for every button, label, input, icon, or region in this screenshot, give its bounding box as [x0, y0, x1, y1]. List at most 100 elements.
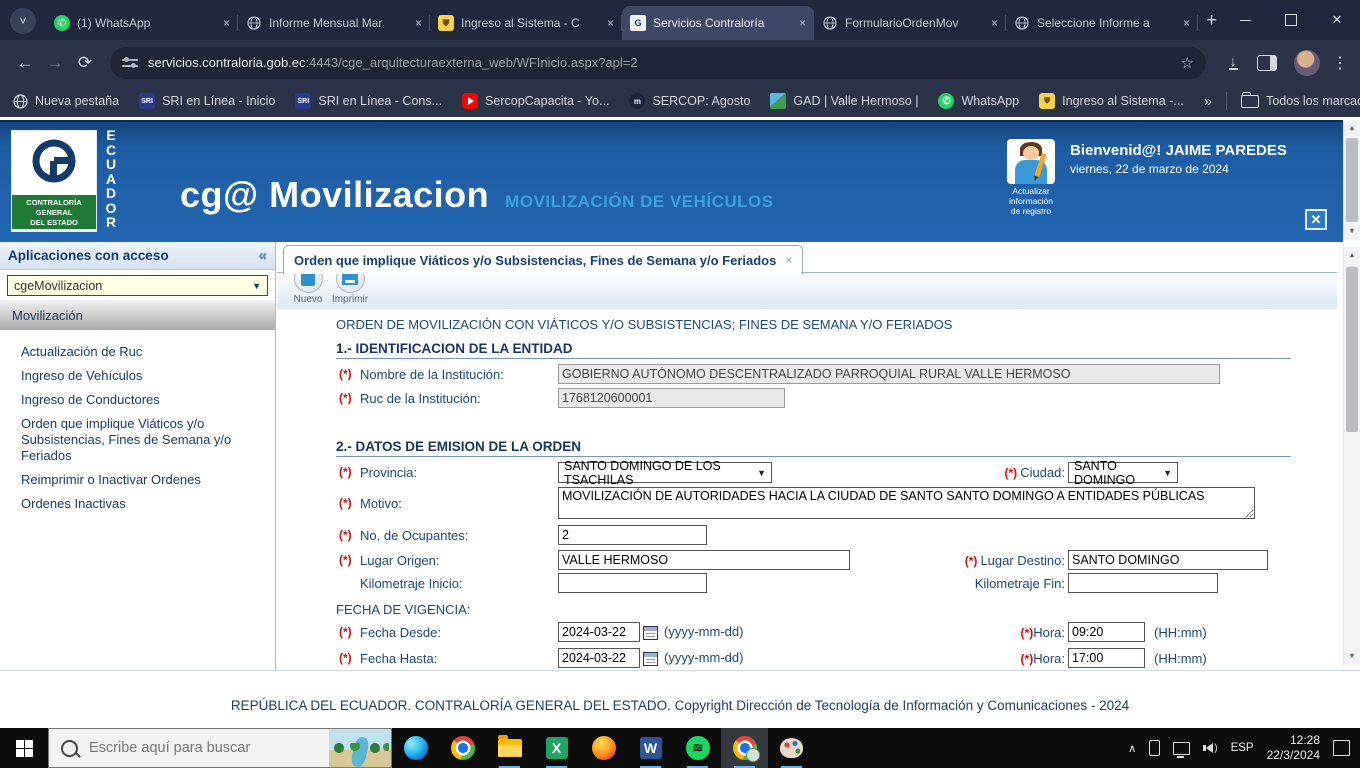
bookmark-nueva-pestana[interactable]: Nueva pestaña — [12, 93, 119, 109]
bookmark-sri-consultas[interactable]: SRI SRI en Línea - Cons... — [295, 93, 442, 109]
browser-tab-formulario[interactable]: FormularioOrdenMov × — [814, 6, 1006, 40]
taskbar-word[interactable]: W — [627, 728, 674, 768]
browser-tab-whatsapp[interactable]: ✆ (1) WhatsApp × — [46, 6, 238, 40]
back-button[interactable]: ← — [10, 48, 40, 78]
logout-close-button[interactable]: ✕ — [1305, 209, 1327, 230]
taskbar-file-explorer[interactable] — [486, 728, 533, 768]
tray-expand-icon[interactable]: ∧ — [1128, 742, 1136, 755]
scroll-down-icon[interactable]: ▼ — [1344, 648, 1360, 665]
kilometraje-inicio-field[interactable] — [558, 573, 707, 593]
tab-search-button[interactable]: ˅ — [10, 8, 36, 34]
tab-close-icon[interactable]: × — [991, 16, 998, 30]
content-tab-close-icon[interactable]: × — [785, 253, 792, 267]
ocupantes-field[interactable] — [558, 525, 707, 545]
browser-tab-servicios-active[interactable]: G Servicios Contraloría × — [622, 6, 814, 40]
forward-button[interactable]: → — [40, 48, 70, 78]
taskbar-search[interactable] — [48, 728, 392, 768]
content-tab[interactable]: Orden que implique Viáticos y/o Subsiste… — [283, 245, 804, 274]
side-panel-button[interactable] — [1250, 54, 1284, 71]
tab-close-icon[interactable]: × — [607, 16, 614, 30]
avatar-face — [1023, 146, 1039, 160]
taskbar-paint[interactable] — [768, 728, 815, 768]
taskbar-chrome[interactable] — [439, 728, 486, 768]
downloads-button[interactable]: ↓ — [1216, 54, 1250, 70]
sidebar-item-reimprimir-inactivar[interactable]: Reimprimir o Inactivar Ordenes — [0, 468, 269, 492]
sidebar-item-ingreso-conductores[interactable]: Ingreso de Conductores — [0, 388, 269, 412]
browser-tab-seleccione[interactable]: Seleccione Informe a × — [1006, 6, 1198, 40]
ciudad-select[interactable]: SANTO DOMINGO ▼ — [1068, 459, 1178, 487]
bookmark-sercopcapacita[interactable]: SercopCapacita - Yo... — [462, 93, 609, 109]
all-bookmarks-button[interactable]: Todos los marcadores — [1241, 91, 1360, 108]
taskbar-edge[interactable] — [392, 728, 439, 768]
start-button[interactable] — [0, 728, 48, 768]
taskbar-excel[interactable]: X — [533, 728, 580, 768]
sidebar-item-orden-viaticos[interactable]: Orden que implique Viáticos y/o Subsiste… — [0, 412, 269, 468]
new-tab-button[interactable]: + — [1206, 10, 1217, 32]
taskbar-firefox[interactable] — [580, 728, 627, 768]
volume-icon[interactable]: ) — [1203, 743, 1218, 754]
bookmarks-overflow-button[interactable]: » — [1204, 93, 1212, 110]
maximize-button[interactable] — [1268, 0, 1314, 40]
sidebar-item-ingreso-vehiculos[interactable]: Ingreso de Vehículos — [0, 364, 269, 388]
address-bar[interactable]: servicios.contraloria.gob.ec :4443/cge_a… — [110, 46, 1206, 79]
globe-icon — [246, 15, 262, 31]
sidebar: Aplicaciones con acceso « cgeMovilizacio… — [0, 242, 276, 670]
bookmark-ingreso-sistema[interactable]: ⛊ Ingreso al Sistema -... — [1039, 93, 1184, 109]
hora-hasta-field[interactable] — [1068, 648, 1145, 668]
your-phone-icon[interactable] — [1149, 740, 1161, 756]
collapse-sidebar-icon[interactable]: « — [259, 247, 267, 264]
bookmark-sercop[interactable]: m SERCOP: Agosto — [629, 93, 750, 109]
profile-avatar[interactable] — [1294, 49, 1320, 76]
site-info-icon[interactable] — [122, 57, 138, 69]
tab-close-icon[interactable]: × — [799, 16, 806, 30]
sidebar-group-movilizacion[interactable]: Movilización — [0, 300, 275, 330]
sidebar-item-ordenes-inactivas[interactable]: Ordenes Inactivas — [0, 492, 269, 516]
scroll-up-icon[interactable]: ▲ — [1344, 247, 1360, 264]
application-select-value: cgeMovilizacion — [14, 278, 103, 293]
lugar-origen-field[interactable] — [558, 550, 850, 570]
kilometraje-fin-field[interactable] — [1068, 573, 1218, 593]
scrollbar-thumb[interactable] — [1346, 138, 1358, 222]
content-scrollbar[interactable]: ▲ ▼ — [1343, 247, 1360, 665]
reload-button[interactable]: ⟳ — [70, 48, 100, 78]
field-label: Motivo: — [360, 496, 402, 511]
bookmark-gad-valle-hermoso[interactable]: GAD | Valle Hermoso | — [770, 93, 918, 109]
search-input[interactable] — [87, 739, 329, 757]
tab-title: FormularioOrdenMov — [845, 16, 959, 30]
calendar-icon[interactable] — [643, 651, 658, 666]
browser-tab-ingreso[interactable]: ⛊ Ingreso al Sistema - C × — [430, 6, 622, 40]
bookmark-star-icon[interactable]: ☆ — [1181, 54, 1194, 72]
taskbar-chrome-active[interactable] — [721, 728, 768, 768]
time-format: (HH:mm) — [1154, 625, 1207, 640]
update-registration-avatar[interactable] — [1007, 139, 1055, 184]
network-icon[interactable] — [1173, 741, 1191, 758]
bookmark-whatsapp[interactable]: ✆ WhatsApp — [938, 93, 1019, 109]
browser-tab-informe[interactable]: Informe Mensual Mar × — [238, 6, 430, 40]
taskbar-clock[interactable]: 12:28 22/3/2024 — [1267, 733, 1320, 763]
hora-desde-field[interactable] — [1068, 622, 1145, 642]
minimize-button[interactable] — [1222, 0, 1268, 40]
fecha-hasta-field[interactable] — [558, 648, 640, 668]
scroll-down-icon[interactable]: ▼ — [1344, 223, 1360, 240]
tab-close-icon[interactable]: × — [415, 16, 422, 30]
fecha-desde-field[interactable] — [558, 622, 640, 642]
bookmark-sri-inicio[interactable]: SRI SRI en Línea - Inicio — [139, 93, 275, 109]
taskbar-spotify[interactable]: ≋ — [674, 728, 721, 768]
language-indicator[interactable]: ESP — [1231, 742, 1254, 754]
tab-close-icon[interactable]: × — [223, 16, 230, 30]
close-window-button[interactable]: ✕ — [1314, 0, 1360, 40]
sidebar-item-actualizacion-ruc[interactable]: Actualización de Ruc — [0, 340, 269, 364]
browser-menu-button[interactable]: ⋮ — [1330, 53, 1350, 73]
page-scrollbar-top[interactable]: ▲ ▼ — [1343, 120, 1360, 240]
search-daily-image[interactable] — [329, 729, 391, 767]
lugar-destino-field[interactable] — [1068, 550, 1268, 570]
calendar-icon[interactable] — [643, 625, 658, 640]
scroll-up-icon[interactable]: ▲ — [1344, 120, 1360, 137]
notification-center-icon[interactable] — [1333, 740, 1350, 756]
tab-close-icon[interactable]: × — [1183, 16, 1190, 30]
motivo-textarea[interactable]: MOVILIZACIÓN DE AUTORIDADES HACIA LA CIU… — [558, 487, 1255, 519]
application-select[interactable]: cgeMovilizacion ▼ — [7, 275, 268, 296]
scrollbar-thumb[interactable] — [1346, 267, 1358, 432]
kilometraje-fin-label: Kilometraje Fin: — [974, 576, 1065, 591]
provincia-select[interactable]: SANTO DOMINGO DE LOS TSACHILAS ▼ — [558, 459, 772, 487]
